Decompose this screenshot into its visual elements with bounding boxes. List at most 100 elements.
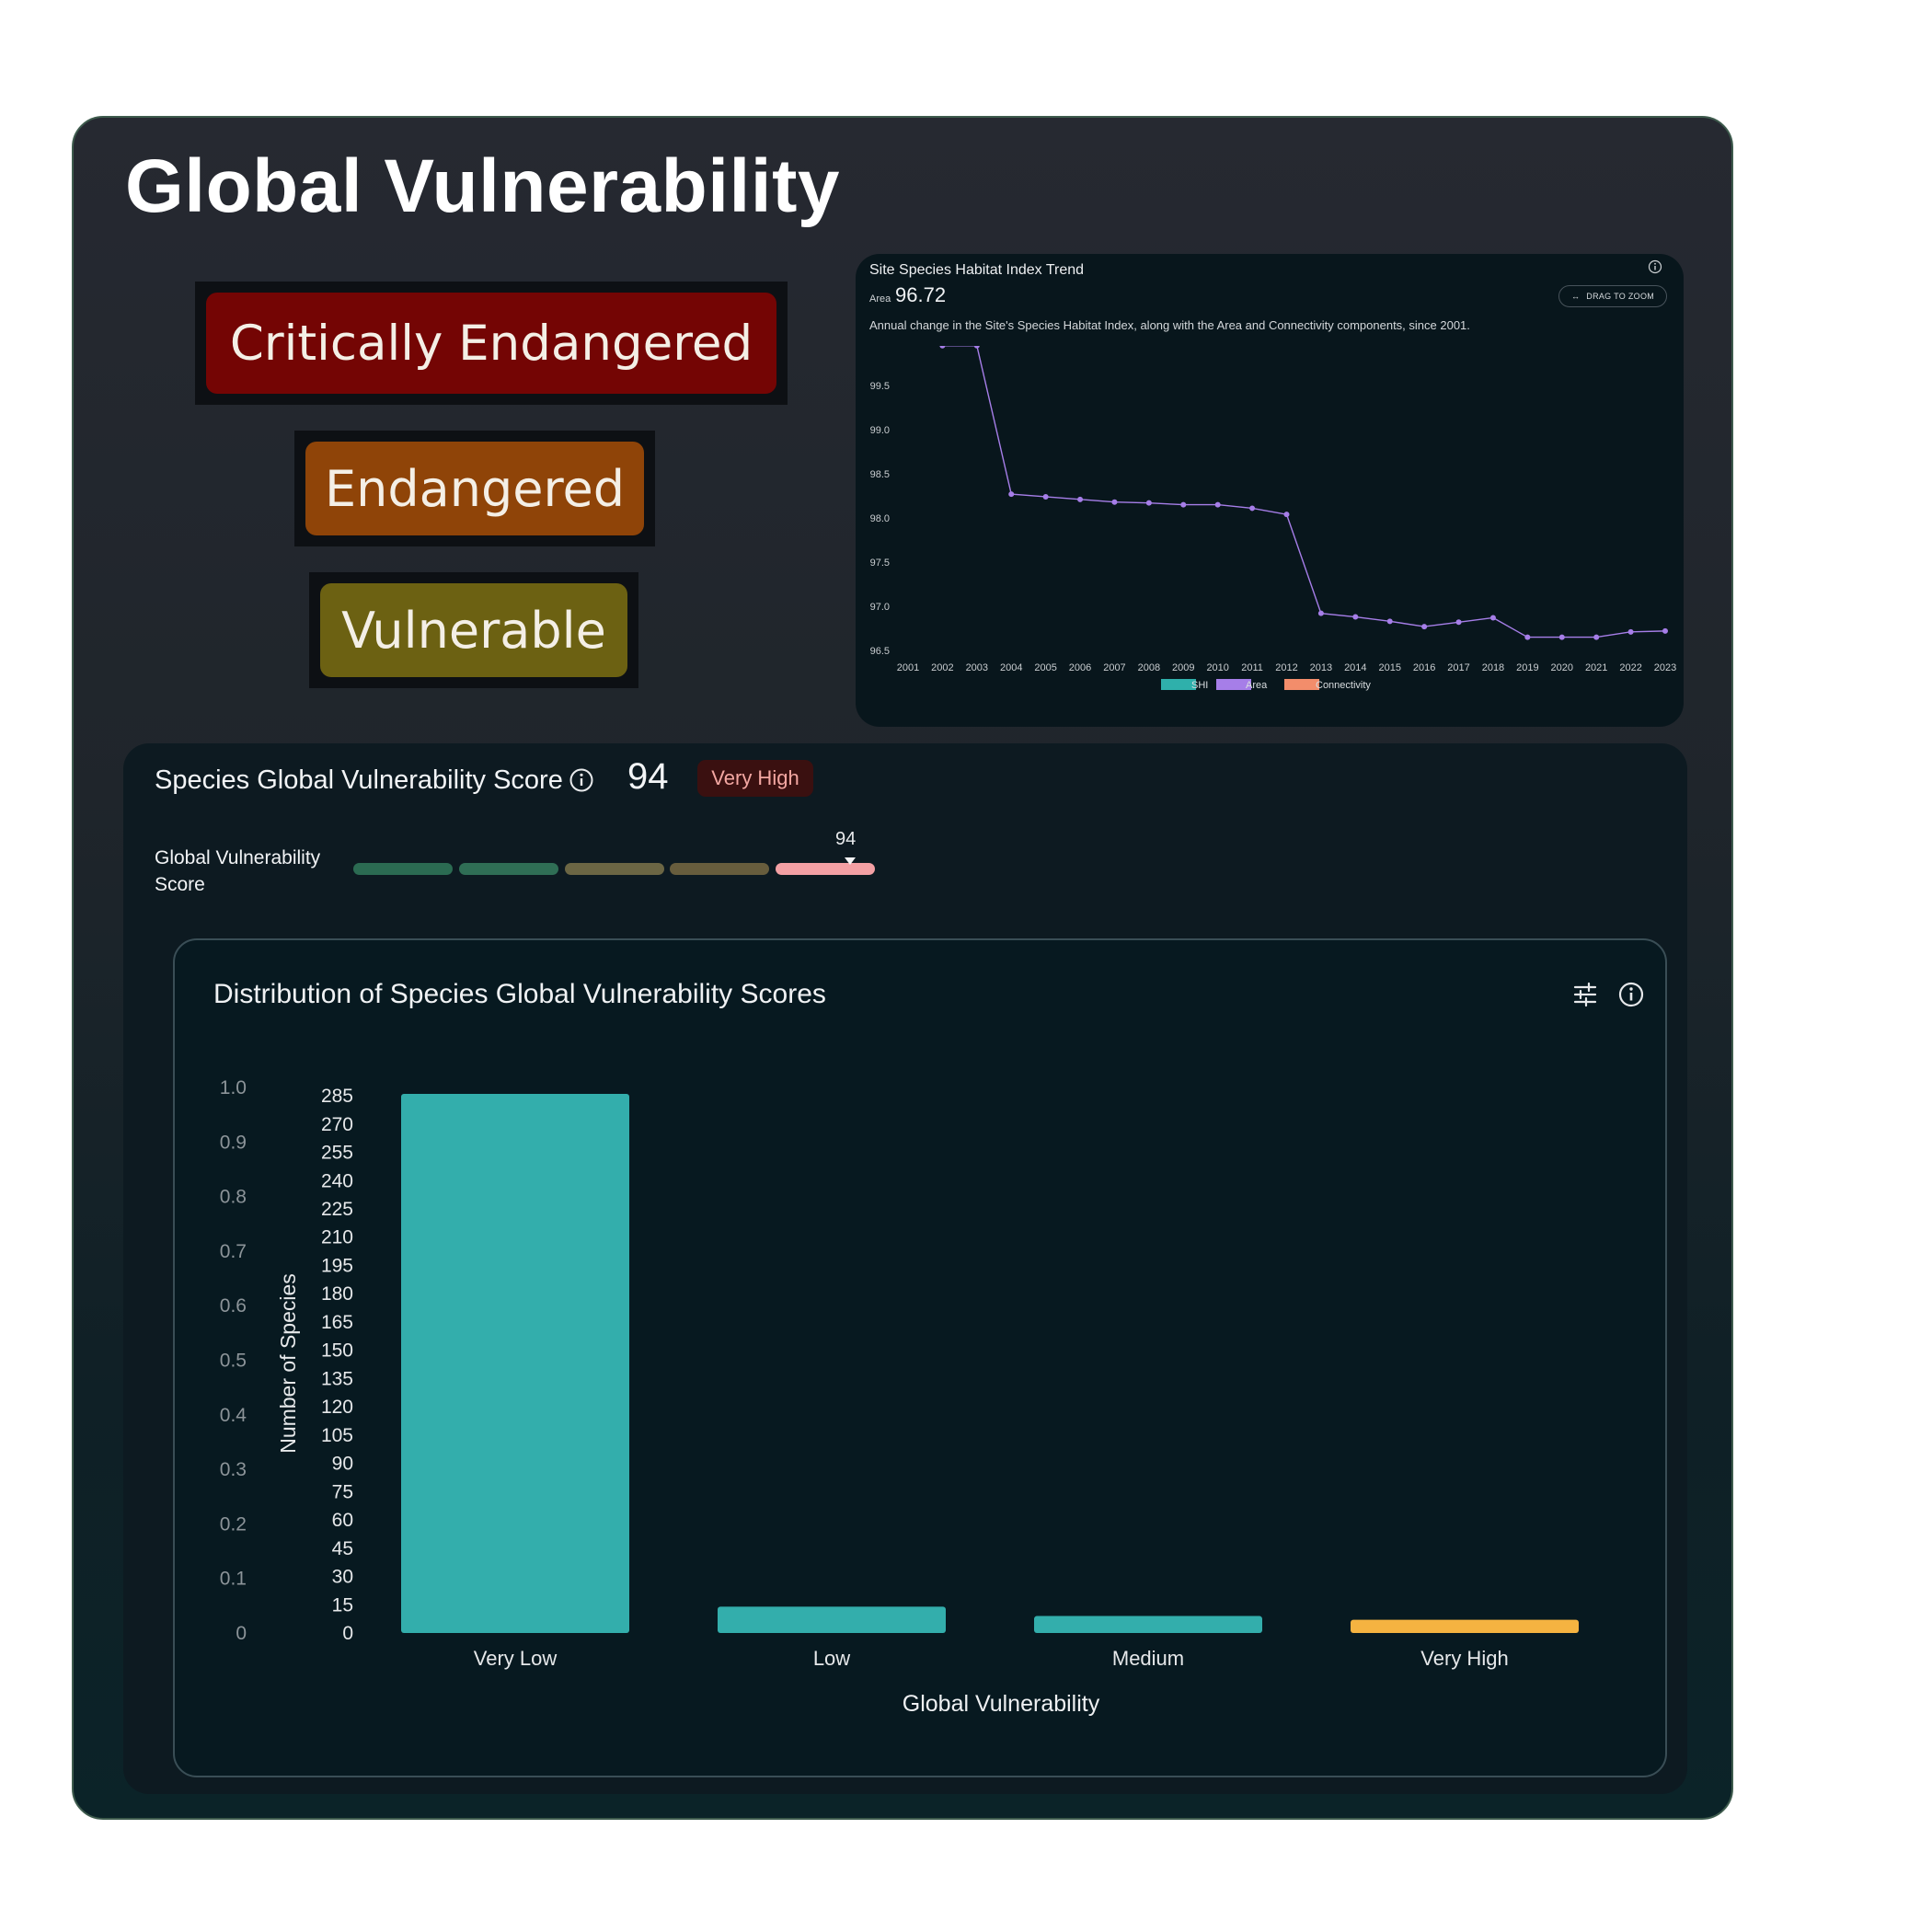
y-tick-label: 97.5: [870, 558, 890, 569]
series-line: [938, 346, 1666, 638]
data-point: [1386, 618, 1393, 625]
x-tick-label: 2011: [1241, 662, 1263, 673]
x-tick-label: 2007: [1103, 662, 1125, 673]
gauge-segment-1: [353, 863, 453, 875]
x-tick-label: 2018: [1482, 662, 1504, 673]
data-point: [1008, 491, 1015, 498]
x-tick-label: 2013: [1310, 662, 1332, 673]
vulnerable-label: Vulnerable: [320, 583, 627, 677]
vulnerability-level-badge: Very High: [697, 760, 813, 797]
data-point: [1524, 634, 1531, 640]
x-tick-label: 2023: [1654, 662, 1676, 673]
x-tick-label: Very High: [1420, 1647, 1508, 1670]
data-point: [1317, 610, 1324, 616]
legend-label: Connectivity: [1316, 680, 1371, 691]
gauge-segment-3: [565, 863, 664, 875]
data-point: [1455, 619, 1462, 626]
endangered-label: Endangered: [305, 442, 644, 535]
data-point: [1421, 624, 1428, 630]
endangered-badge: Endangered: [294, 431, 655, 546]
data-point: [1111, 499, 1118, 505]
y-tick-label: 135: [321, 1368, 353, 1389]
data-point: [1662, 627, 1668, 634]
x-tick-label: 2014: [1344, 662, 1366, 673]
y-tick-label: 96.5: [870, 646, 890, 657]
data-point: [1077, 496, 1084, 502]
y-tick-label: 240: [321, 1170, 353, 1191]
y-tick-label: 75: [332, 1481, 353, 1502]
drag-to-zoom-button[interactable]: ↔ DRAG TO ZOOM: [1558, 285, 1667, 307]
data-point: [973, 346, 980, 349]
x-tick-label: 2008: [1138, 662, 1160, 673]
y-tick-label: 98.0: [870, 513, 890, 524]
secondary-y-tick-label: 0.3: [220, 1459, 247, 1480]
secondary-y-tick-label: 1.0: [220, 1077, 247, 1098]
x-tick-label: 2009: [1172, 662, 1194, 673]
gauge-marker-value: 94: [835, 829, 857, 849]
x-tick-label: 2021: [1585, 662, 1607, 673]
habitat-trend-line-chart[interactable]: 100.0 99.5 99.0 98.5 98.0 97.5 97.0 96.5 2001 200…: [856, 346, 1684, 714]
area-value: 96.72: [895, 283, 947, 306]
y-tick-label: 97.0: [870, 602, 890, 613]
vulnerability-score-value: 94: [627, 756, 669, 797]
y-tick-label: 180: [321, 1283, 353, 1305]
habitat-index-trend-card: Site Species Habitat Index Trend Area 96…: [856, 254, 1684, 727]
x-axis-label: Global Vulnerability: [903, 1691, 1100, 1717]
gauge-segment-5: [776, 863, 875, 875]
secondary-y-tick-label: 0.7: [220, 1241, 247, 1262]
global-vulnerability-panel: Global Vulnerability Critically Endanger…: [72, 116, 1733, 1820]
y-tick-label: 255: [321, 1143, 353, 1164]
x-tick-label: 2001: [897, 662, 919, 673]
x-tick-label: Very Low: [474, 1647, 558, 1670]
data-point: [1627, 628, 1634, 635]
x-tick-label: 2004: [1000, 662, 1022, 673]
x-tick-label: Medium: [1112, 1647, 1184, 1670]
species-vulnerability-section: Species Global Vulnerability Score 94 Ve…: [123, 743, 1687, 1794]
trend-title: Site Species Habitat Index Trend: [869, 262, 1085, 278]
x-tick-label: 2012: [1275, 662, 1297, 673]
data-point: [1489, 615, 1496, 621]
x-tick-label: 2015: [1378, 662, 1400, 673]
y-tick-label: 90: [332, 1454, 353, 1475]
data-point: [1214, 501, 1221, 508]
secondary-y-tick-label: 0.8: [220, 1187, 247, 1208]
y-tick-label: 225: [321, 1199, 353, 1220]
y-tick-label: 99.5: [870, 381, 890, 392]
bar: [1351, 1619, 1579, 1633]
vulnerability-score-title: Species Global Vulnerability Score: [155, 765, 563, 795]
y-tick-label: 15: [332, 1594, 353, 1616]
legend-label: Area: [1246, 680, 1268, 691]
distribution-chart-card: Distribution of Species Global Vulnerabi…: [173, 938, 1667, 1777]
x-tick-label: Low: [813, 1647, 850, 1670]
x-tick-label: 2010: [1206, 662, 1228, 673]
y-tick-label: 100.0: [864, 346, 890, 348]
y-tick-label: 30: [332, 1567, 353, 1588]
info-icon[interactable]: [1648, 259, 1662, 274]
distribution-bar-chart[interactable]: 2852702552402252101951801651501351201059…: [175, 940, 1665, 1776]
secondary-y-tick-label: 0.6: [220, 1295, 247, 1317]
data-point: [1593, 634, 1600, 640]
y-axis-label: Number of Species: [276, 1273, 300, 1454]
area-label: Area: [869, 293, 891, 305]
secondary-y-tick-label: 0.1: [220, 1569, 247, 1590]
legend-swatch: [1284, 679, 1319, 690]
y-tick-label: 270: [321, 1114, 353, 1135]
secondary-y-tick-label: 0.5: [220, 1351, 247, 1372]
x-tick-label: 2003: [966, 662, 988, 673]
data-point: [939, 346, 946, 349]
y-tick-label: 0: [342, 1623, 353, 1644]
x-tick-label: 2017: [1447, 662, 1469, 673]
gauge-marker-triangle: [845, 857, 856, 865]
info-icon[interactable]: [569, 767, 594, 793]
bar: [718, 1606, 946, 1633]
data-point: [1283, 512, 1290, 518]
data-point: [1180, 501, 1187, 508]
y-tick-label: 150: [321, 1340, 353, 1362]
secondary-y-tick-label: 0.2: [220, 1513, 247, 1535]
horizontal-arrows-icon: ↔: [1570, 292, 1581, 301]
y-tick-label: 60: [332, 1510, 353, 1531]
critically-endangered-label: Critically Endangered: [206, 293, 776, 394]
x-tick-label: 2022: [1619, 662, 1641, 673]
y-tick-label: 285: [321, 1086, 353, 1107]
x-tick-label: 2020: [1551, 662, 1573, 673]
